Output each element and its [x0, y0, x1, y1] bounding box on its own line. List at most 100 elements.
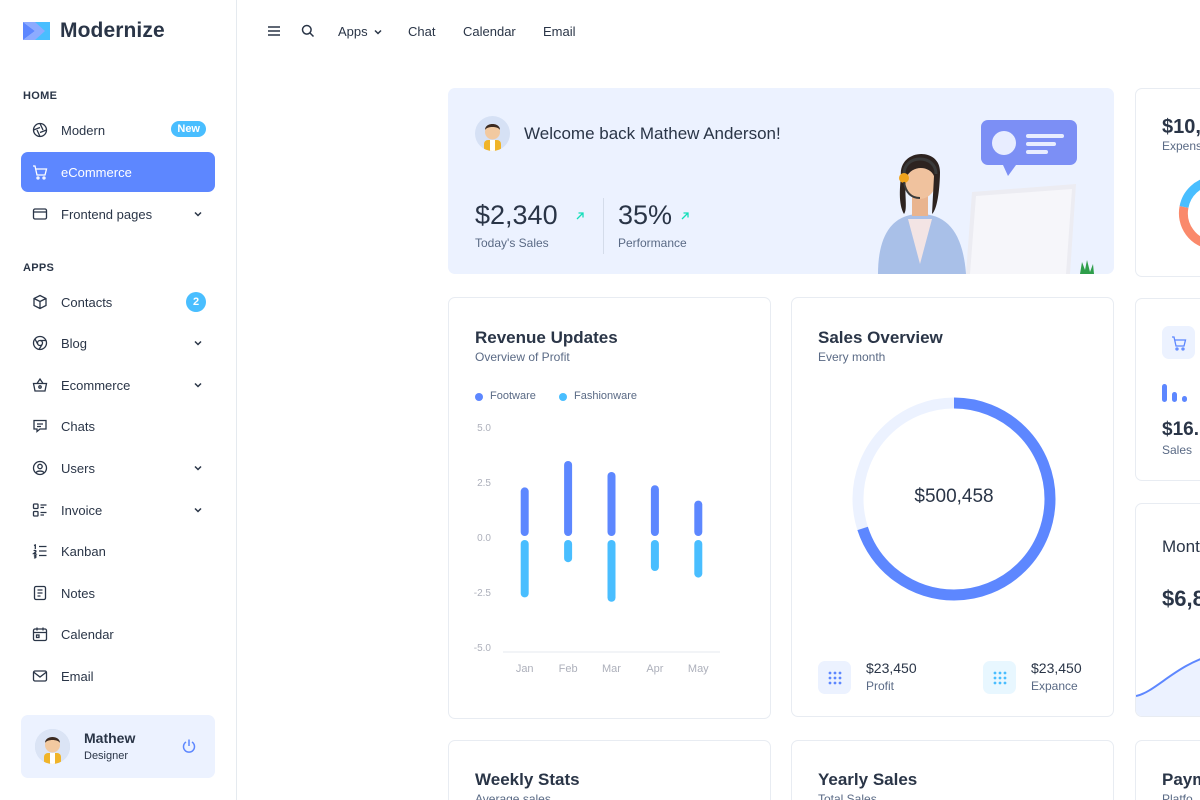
expense-label: Expens: [1162, 139, 1200, 153]
y-tick-label: 2.5: [477, 478, 491, 489]
performance-value: 35%: [618, 200, 673, 230]
bar-footware-mar[interactable]: [607, 472, 616, 536]
brand-logo-icon: [21, 18, 52, 44]
shopping-cart-icon: [31, 163, 49, 181]
monthly-title: Mont: [1162, 537, 1200, 556]
chevron-down-icon: [373, 25, 383, 40]
bar-footware-may[interactable]: [694, 500, 703, 536]
sidebar-item-calendar[interactable]: Calendar: [21, 614, 215, 654]
expense-label: Expance: [1031, 679, 1078, 693]
profile-role: Designer: [84, 750, 129, 762]
revenue-updates-card: Revenue Updates Overview of Profit Footw…: [448, 297, 771, 719]
sidebar-item-label: Email: [61, 668, 94, 684]
sidebar-item-contacts[interactable]: Contacts 2: [21, 282, 215, 322]
yearly-sales-title: Yearly Sales: [818, 770, 918, 789]
calendar-icon: [31, 625, 49, 643]
weekly-stats-card: Weekly Stats Average sales: [448, 740, 771, 800]
sidebar-item-email[interactable]: Email: [21, 656, 215, 696]
topnav-apps-label: Apps: [338, 24, 368, 39]
grid-dots-icon: [983, 661, 1016, 694]
notes-icon: [31, 584, 49, 602]
welcome-greeting: Welcome back Mathew Anderson!: [524, 124, 781, 143]
sidebar-item-label: Users: [61, 460, 95, 476]
arrow-up-right-icon: [680, 208, 690, 226]
sidebar-item-frontend-pages[interactable]: Frontend pages: [21, 194, 215, 234]
legend-fashionware: Fashionware: [574, 390, 637, 402]
welcome-card: Welcome back Mathew Anderson! $2,340 Tod…: [448, 88, 1114, 274]
brand[interactable]: Modernize: [21, 18, 165, 44]
sidebar-item-kanban[interactable]: Kanban: [21, 531, 215, 571]
shopping-cart-icon: [1162, 326, 1195, 359]
new-badge: New: [171, 121, 206, 137]
search-icon[interactable]: [300, 23, 316, 44]
browser-window-icon: [31, 205, 49, 223]
expense-donut: [1178, 179, 1200, 247]
profile-name: Mathew: [84, 730, 136, 746]
sidebar-item-blog[interactable]: Blog: [21, 323, 215, 363]
bar-fashionware-mar[interactable]: [607, 540, 616, 602]
payments-card: Paym Platfo: [1135, 740, 1200, 800]
monthly-earnings-card: Mont $6,8: [1135, 503, 1200, 717]
welcome-avatar: [475, 116, 510, 151]
grid-dots-icon: [818, 661, 851, 694]
bar-fashionware-jan[interactable]: [520, 540, 529, 598]
sales-overview-card: Sales Overview Every month $500,458 $23,…: [791, 297, 1114, 717]
topnav-apps[interactable]: Apps: [338, 24, 383, 40]
sidebar-item-users[interactable]: Users: [21, 448, 215, 488]
sidebar-item-chats[interactable]: Chats: [21, 406, 215, 446]
sidebar-item-modern[interactable]: Modern New: [21, 110, 215, 150]
brand-name: Modernize: [60, 19, 165, 42]
bar-fashionware-apr[interactable]: [650, 540, 659, 571]
x-tick-label: May: [688, 663, 709, 675]
power-icon[interactable]: [181, 738, 197, 759]
x-tick-label: Feb: [559, 663, 578, 675]
topbar: Apps Chat Calendar Email: [237, 0, 1200, 62]
bar-footware-feb[interactable]: [564, 461, 573, 536]
legend-dot-fashionware: [559, 393, 567, 401]
sidebar-item-ecommerce-app[interactable]: Ecommerce: [21, 365, 215, 405]
y-tick-label: -5.0: [474, 643, 492, 654]
weekly-stats-subtitle: Average sales: [475, 792, 551, 800]
nav-section-home: HOME: [23, 90, 58, 102]
topnav-calendar[interactable]: Calendar: [463, 24, 516, 39]
sidebar-item-invoice[interactable]: Invoice: [21, 490, 215, 530]
legend-dot-footware: [475, 393, 483, 401]
expense-value: $23,450: [1031, 660, 1082, 676]
topnav-chat[interactable]: Chat: [408, 24, 435, 39]
y-tick-label: 0.0: [477, 533, 491, 544]
menu-icon[interactable]: [266, 23, 282, 44]
chevron-down-icon: [193, 207, 203, 222]
x-tick-label: Apr: [646, 663, 663, 675]
chevron-down-icon: [193, 461, 203, 476]
x-tick-label: Mar: [602, 663, 621, 675]
x-tick-label: Jan: [516, 663, 534, 675]
bar-footware-apr[interactable]: [650, 485, 659, 536]
revenue-subtitle: Overview of Profit: [475, 350, 570, 364]
aperture-icon: [31, 121, 49, 139]
bar-fashionware-may[interactable]: [694, 540, 703, 578]
avatar[interactable]: [35, 729, 70, 764]
welcome-illustration: [868, 114, 1114, 274]
bar-fashionware-feb[interactable]: [564, 540, 573, 563]
sidebar-item-notes[interactable]: Notes: [21, 573, 215, 613]
todays-sales-label: Today's Sales: [475, 236, 549, 250]
topnav-email[interactable]: Email: [543, 24, 576, 39]
arrow-up-right-icon: [575, 208, 585, 226]
bar-footware-jan[interactable]: [520, 487, 529, 536]
chrome-icon: [31, 334, 49, 352]
legend-footware: Footware: [490, 390, 536, 402]
sidebar-item-label: eCommerce: [61, 164, 132, 180]
sidebar-item-label: Ecommerce: [61, 377, 131, 393]
user-profile-card: Mathew Designer: [21, 715, 215, 778]
sidebar-item-label: Chats: [61, 418, 95, 434]
chevron-down-icon: [193, 503, 203, 518]
message-icon: [31, 417, 49, 435]
sidebar-item-ecommerce[interactable]: eCommerce: [21, 152, 215, 192]
sidebar-item-label: Frontend pages: [61, 206, 153, 222]
divider: [603, 198, 604, 254]
chevron-down-icon: [193, 336, 203, 351]
monthly-area-sparkline: [1136, 658, 1200, 716]
profit-value: $23,450: [866, 660, 917, 676]
mail-icon: [31, 667, 49, 685]
sales-overview-title: Sales Overview: [818, 328, 943, 347]
